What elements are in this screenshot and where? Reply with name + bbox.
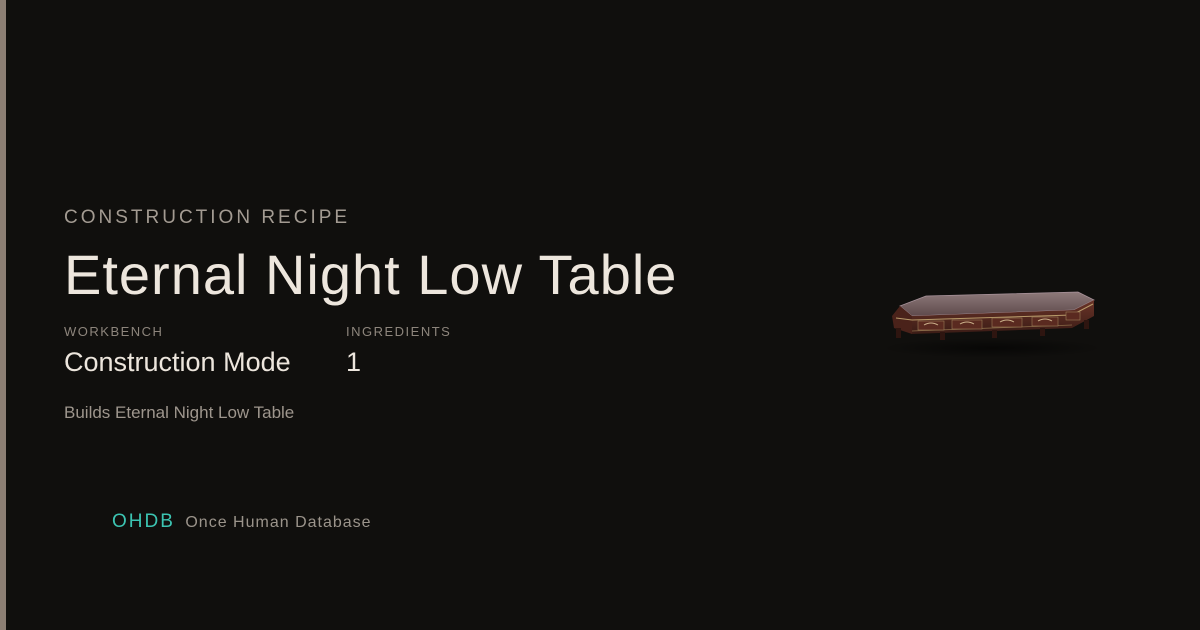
brand-footer: OHDB Once Human Database	[112, 511, 372, 533]
brand-logo-text: OHDB	[112, 511, 175, 532]
brand-name: Once Human Database	[185, 514, 372, 531]
workbench-label: WORKBENCH	[64, 324, 164, 339]
ingredients-label: INGREDIENTS	[346, 324, 452, 339]
ingredients-value: 1	[346, 347, 362, 377]
recipe-description: Builds Eternal Night Low Table	[64, 403, 295, 422]
page-title: Eternal Night Low Table	[64, 243, 678, 306]
recipe-type-label: CONSTRUCTION RECIPE	[64, 207, 351, 228]
left-accent-bar	[0, 0, 6, 630]
workbench-value: Construction Mode	[64, 347, 291, 377]
low-table-image	[880, 291, 1104, 358]
